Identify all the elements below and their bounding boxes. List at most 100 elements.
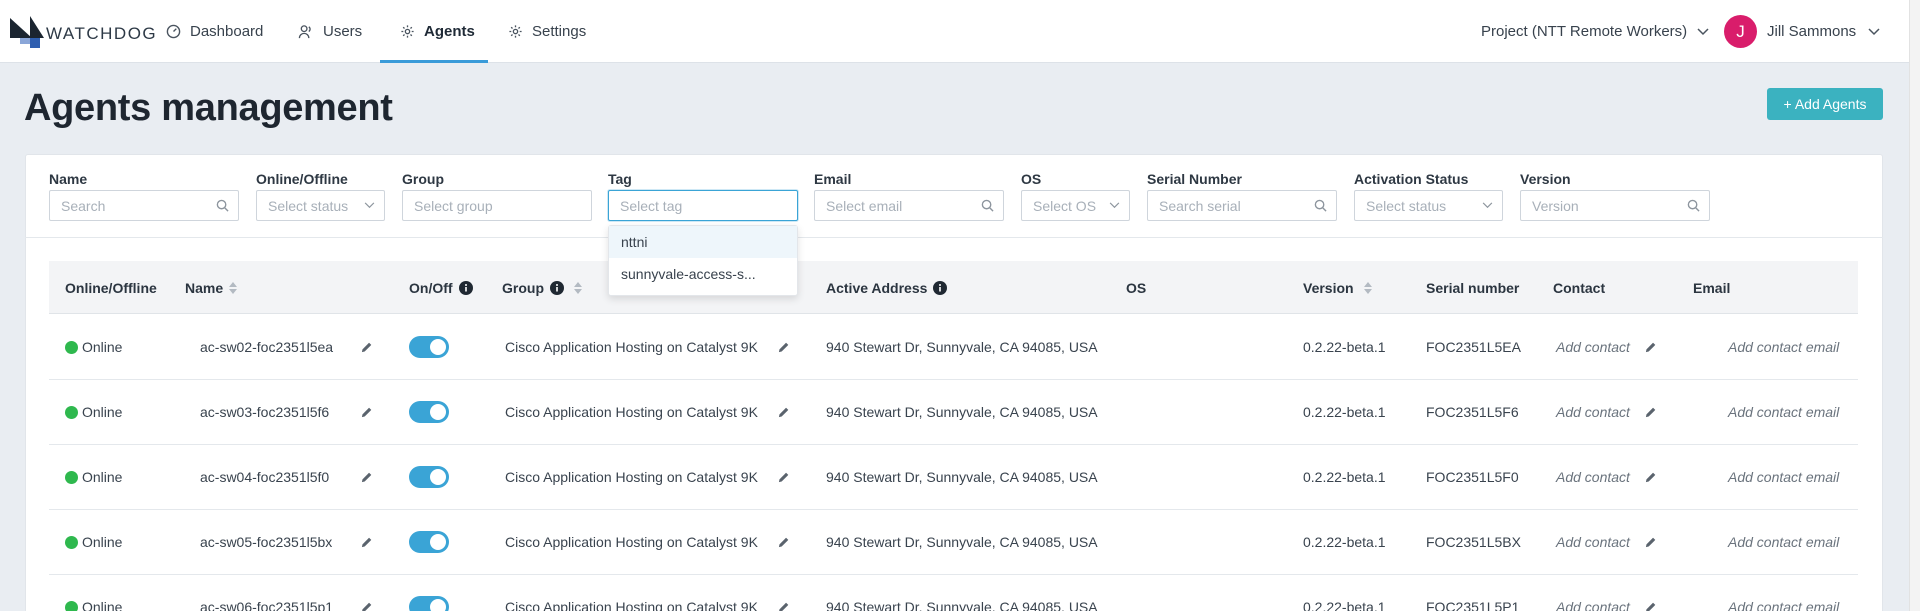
edit-contact-pencil-icon[interactable]	[1645, 470, 1656, 486]
agent-serial: FOC2351L5BX	[1426, 534, 1521, 550]
edit-contact-pencil-icon[interactable]	[1645, 600, 1656, 611]
agent-serial: FOC2351L5F6	[1426, 404, 1519, 420]
tag-option[interactable]: nttni	[609, 226, 797, 258]
activation-placeholder: Select status	[1366, 197, 1447, 214]
add-contact-link[interactable]: Add contact	[1556, 597, 1630, 611]
add-contact-link[interactable]: Add contact	[1556, 402, 1630, 422]
sort-icon[interactable]	[229, 281, 238, 294]
status-text: Online	[82, 599, 123, 611]
agent-onoff-toggle[interactable]	[409, 596, 449, 611]
edit-group-pencil-icon[interactable]	[778, 600, 789, 611]
settings-gear-icon	[509, 25, 522, 38]
avatar: J	[1724, 15, 1757, 48]
edit-name-pencil-icon[interactable]	[361, 405, 372, 421]
add-contact-link[interactable]: Add contact	[1556, 532, 1630, 552]
edit-contact-pencil-icon[interactable]	[1645, 405, 1656, 421]
sort-icon[interactable]	[1363, 281, 1372, 294]
edit-contact-pencil-icon[interactable]	[1645, 535, 1656, 551]
online-status-dot	[65, 340, 78, 354]
add-contact-email-link[interactable]: Add contact email	[1728, 532, 1839, 552]
info-icon[interactable]	[550, 280, 564, 295]
filter-group-label: Group	[402, 171, 444, 187]
serial-search-input[interactable]: Search serial	[1147, 190, 1337, 221]
status-text: Online	[82, 404, 123, 420]
version-search-input[interactable]: Version	[1520, 190, 1710, 221]
agent-serial: FOC2351L5P1	[1426, 599, 1520, 611]
edit-name-pencil-icon[interactable]	[361, 470, 372, 486]
top-navbar: WATCHDOG Dashboard Users Agents Settings…	[0, 0, 1909, 63]
os-select[interactable]: Select OS	[1021, 190, 1130, 221]
agent-onoff-toggle[interactable]	[409, 336, 449, 358]
agent-onoff-toggle[interactable]	[409, 401, 449, 423]
agent-version: 0.2.22-beta.1	[1303, 339, 1386, 355]
agent-version: 0.2.22-beta.1	[1303, 404, 1386, 420]
chevron-down-icon	[1868, 27, 1880, 35]
edit-name-pencil-icon[interactable]	[361, 340, 372, 356]
add-agents-button[interactable]: + Add Agents	[1767, 88, 1883, 120]
nav-users-label: Users	[323, 23, 363, 40]
nav-users[interactable]: Users	[298, 0, 362, 63]
activation-status-select[interactable]: Select status	[1354, 190, 1503, 221]
nav-settings[interactable]: Settings	[508, 0, 586, 63]
info-icon[interactable]	[933, 280, 948, 295]
nav-agents-label: Agents	[424, 23, 475, 40]
nav-dashboard[interactable]: Dashboard	[166, 0, 263, 63]
col-online-label: Online/Offline	[65, 279, 157, 296]
status-cell: Online	[65, 597, 122, 611]
sort-icon[interactable]	[574, 281, 582, 294]
tag-option[interactable]: sunnyvale-access-s...	[609, 258, 797, 290]
user-menu[interactable]: J Jill Sammons	[1724, 0, 1880, 63]
col-group[interactable]: Group	[502, 261, 582, 314]
filters-divider	[25, 237, 1883, 238]
gauge-icon	[166, 24, 181, 39]
col-contact-label: Contact	[1553, 279, 1606, 296]
status-cell: Online	[65, 337, 122, 357]
col-version[interactable]: Version	[1303, 261, 1372, 314]
toggle-knob	[430, 469, 446, 485]
os-placeholder: Select OS	[1033, 197, 1097, 214]
users-icon	[298, 25, 311, 39]
group-select[interactable]: Select group	[402, 190, 592, 221]
tag-select[interactable]: Select tag	[608, 190, 798, 221]
logo-text: WATCHDOG	[46, 24, 158, 43]
add-contact-link[interactable]: Add contact	[1556, 467, 1630, 487]
edit-group-pencil-icon[interactable]	[778, 535, 789, 551]
filter-os-label: OS	[1021, 171, 1042, 187]
add-contact-email-link[interactable]: Add contact email	[1728, 402, 1839, 422]
add-contact-link[interactable]: Add contact	[1556, 337, 1630, 357]
toggle-knob	[430, 339, 446, 355]
page-scrollbar[interactable]	[1909, 0, 1920, 611]
email-search-input[interactable]: Select email	[814, 190, 1004, 221]
watchdog-logo[interactable]: WATCHDOG	[10, 16, 157, 48]
agent-name: ac-sw05-foc2351l5bx	[200, 534, 333, 550]
nav-agents[interactable]: Agents	[400, 0, 475, 63]
agent-address: 940 Stewart Dr, Sunnyvale, CA 94085, USA	[826, 404, 1098, 420]
add-contact-email-link[interactable]: Add contact email	[1728, 467, 1839, 487]
col-name[interactable]: Name	[185, 261, 238, 314]
project-selector[interactable]: Project (NTT Remote Workers)	[1481, 0, 1709, 63]
online-status-select[interactable]: Select status	[256, 190, 385, 221]
edit-name-pencil-icon[interactable]	[361, 535, 372, 551]
name-search-input[interactable]: Search	[49, 190, 239, 221]
filter-tag-label: Tag	[608, 171, 632, 187]
edit-group-pencil-icon[interactable]	[778, 340, 789, 356]
agent-name: ac-sw06-foc2351l5p1	[200, 599, 334, 611]
col-name-label: Name	[185, 279, 224, 296]
info-icon[interactable]	[458, 280, 473, 295]
col-serial: Serial number	[1426, 261, 1519, 314]
gear-icon	[401, 25, 414, 38]
agent-onoff-toggle[interactable]	[409, 531, 449, 553]
agent-onoff-toggle[interactable]	[409, 466, 449, 488]
edit-name-pencil-icon[interactable]	[361, 600, 372, 611]
add-contact-email-link[interactable]: Add contact email	[1728, 597, 1839, 611]
edit-contact-pencil-icon[interactable]	[1645, 340, 1656, 356]
chevron-down-icon	[1109, 202, 1120, 209]
add-contact-email-link[interactable]: Add contact email	[1728, 337, 1839, 357]
col-online: Online/Offline	[65, 261, 157, 314]
col-email-label: Email	[1693, 279, 1731, 296]
edit-group-pencil-icon[interactable]	[778, 405, 789, 421]
online-status-dot	[65, 405, 78, 419]
tag-dropdown: nttni sunnyvale-access-s...	[608, 225, 798, 296]
edit-group-pencil-icon[interactable]	[778, 470, 789, 486]
agent-version: 0.2.22-beta.1	[1303, 599, 1386, 611]
